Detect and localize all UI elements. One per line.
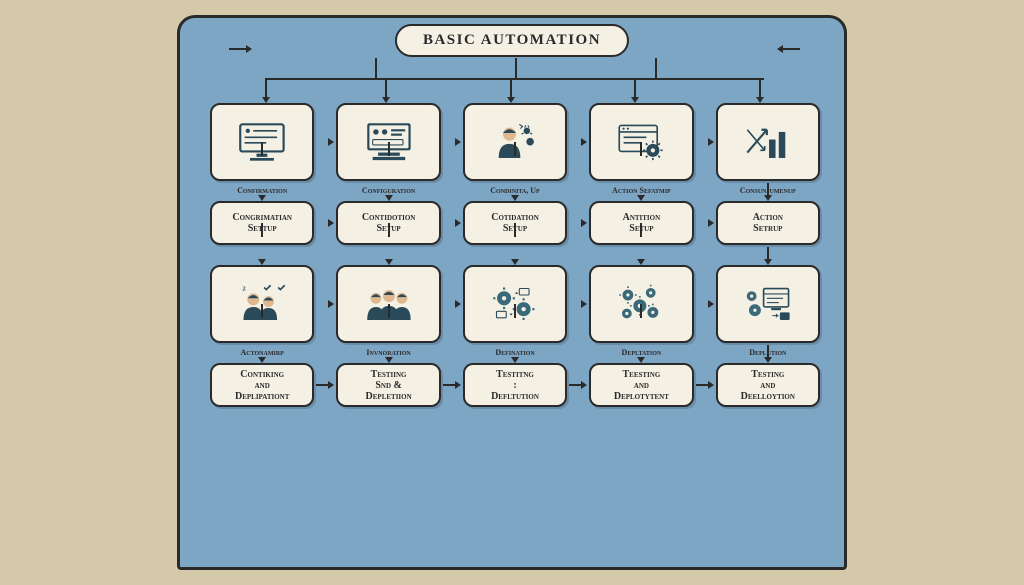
caption-text: Deplution bbox=[749, 349, 786, 358]
people-three-icon bbox=[358, 282, 420, 325]
caption-text: Invnoration bbox=[366, 349, 410, 358]
step-label-2-3: Defination Testitng : Defltution bbox=[463, 363, 567, 407]
step-card-2-4 bbox=[589, 265, 693, 343]
step-label-1-3: Condinita, Up Cotidation Setup bbox=[463, 201, 567, 245]
caption-text: Action Sefatmip bbox=[612, 187, 671, 196]
step-label-1-5: Consunjumenup Action Setrup bbox=[716, 201, 820, 245]
diagram-panel: BASIC AUTOMATION bbox=[177, 15, 847, 570]
diagram-grid: Confirmation Congrimatian Settup Configu… bbox=[210, 103, 820, 552]
diagram-title: BASIC AUTOMATION bbox=[395, 24, 629, 57]
step-card-1-1 bbox=[210, 103, 314, 181]
gears-five-icon bbox=[610, 282, 672, 325]
caption-text: Depltation bbox=[622, 349, 662, 358]
step-card-1-4 bbox=[589, 103, 693, 181]
monitor-dashboard-icon bbox=[358, 120, 420, 163]
step-card-2-1: 2 bbox=[210, 265, 314, 343]
caption-text: Condinita, Up bbox=[490, 187, 539, 196]
label-text: Action Setrup bbox=[753, 212, 783, 234]
caption-text: Confirmation bbox=[237, 187, 287, 196]
label-text: Cotidation Setup bbox=[491, 212, 539, 234]
step-card-2-5 bbox=[716, 265, 820, 343]
caption-text: Actonamirp bbox=[241, 349, 284, 358]
label-text: Contidotion Setup bbox=[362, 212, 416, 234]
label-text: Antition Setup bbox=[623, 212, 661, 234]
label-text: Teesting and Deplotytent bbox=[614, 369, 669, 402]
svg-text:2: 2 bbox=[243, 286, 246, 293]
step-label-2-2: Invnoration Testiing Snd & Depletiion bbox=[336, 363, 440, 407]
title-distribution-lines bbox=[265, 58, 764, 98]
step-label-2-4: Depltation Teesting and Deplotytent bbox=[589, 363, 693, 407]
step-label-1-4: Action Sefatmip Antition Setup bbox=[589, 201, 693, 245]
step-label-1-2: Configuration Contidotion Setup bbox=[336, 201, 440, 245]
step-card-1-2 bbox=[336, 103, 440, 181]
people-check-icon: 2 bbox=[231, 282, 293, 325]
step-card-1-5 bbox=[716, 103, 820, 181]
label-text: Testiing Snd & Depletiion bbox=[366, 369, 412, 402]
chart-arrow-icon bbox=[737, 120, 799, 163]
step-label-2-1: Actonamirp Contiking and Deplipationt bbox=[210, 363, 314, 407]
monitor-icon bbox=[231, 120, 293, 163]
step-label-2-5: Deplution Testing and Deelloytion bbox=[716, 363, 820, 407]
step-label-1-1: Confirmation Congrimatian Settup bbox=[210, 201, 314, 245]
label-text: Contiking and Deplipationt bbox=[235, 369, 289, 402]
label-text: Congrimatian Settup bbox=[232, 212, 292, 234]
step-card-2-2 bbox=[336, 265, 440, 343]
step-card-2-3 bbox=[463, 265, 567, 343]
label-text: Testing and Deelloytion bbox=[741, 369, 795, 402]
step-card-1-3 bbox=[463, 103, 567, 181]
gears-swap-icon bbox=[484, 282, 546, 325]
monitor-gears-icon bbox=[737, 282, 799, 325]
person-gears-icon bbox=[484, 120, 546, 163]
caption-text: Consunjumenup bbox=[740, 187, 796, 196]
caption-text: Defination bbox=[495, 349, 534, 358]
label-text: Testitng : Defltution bbox=[491, 369, 539, 402]
caption-text: Configuration bbox=[362, 187, 415, 196]
browser-gear-icon bbox=[610, 120, 672, 163]
